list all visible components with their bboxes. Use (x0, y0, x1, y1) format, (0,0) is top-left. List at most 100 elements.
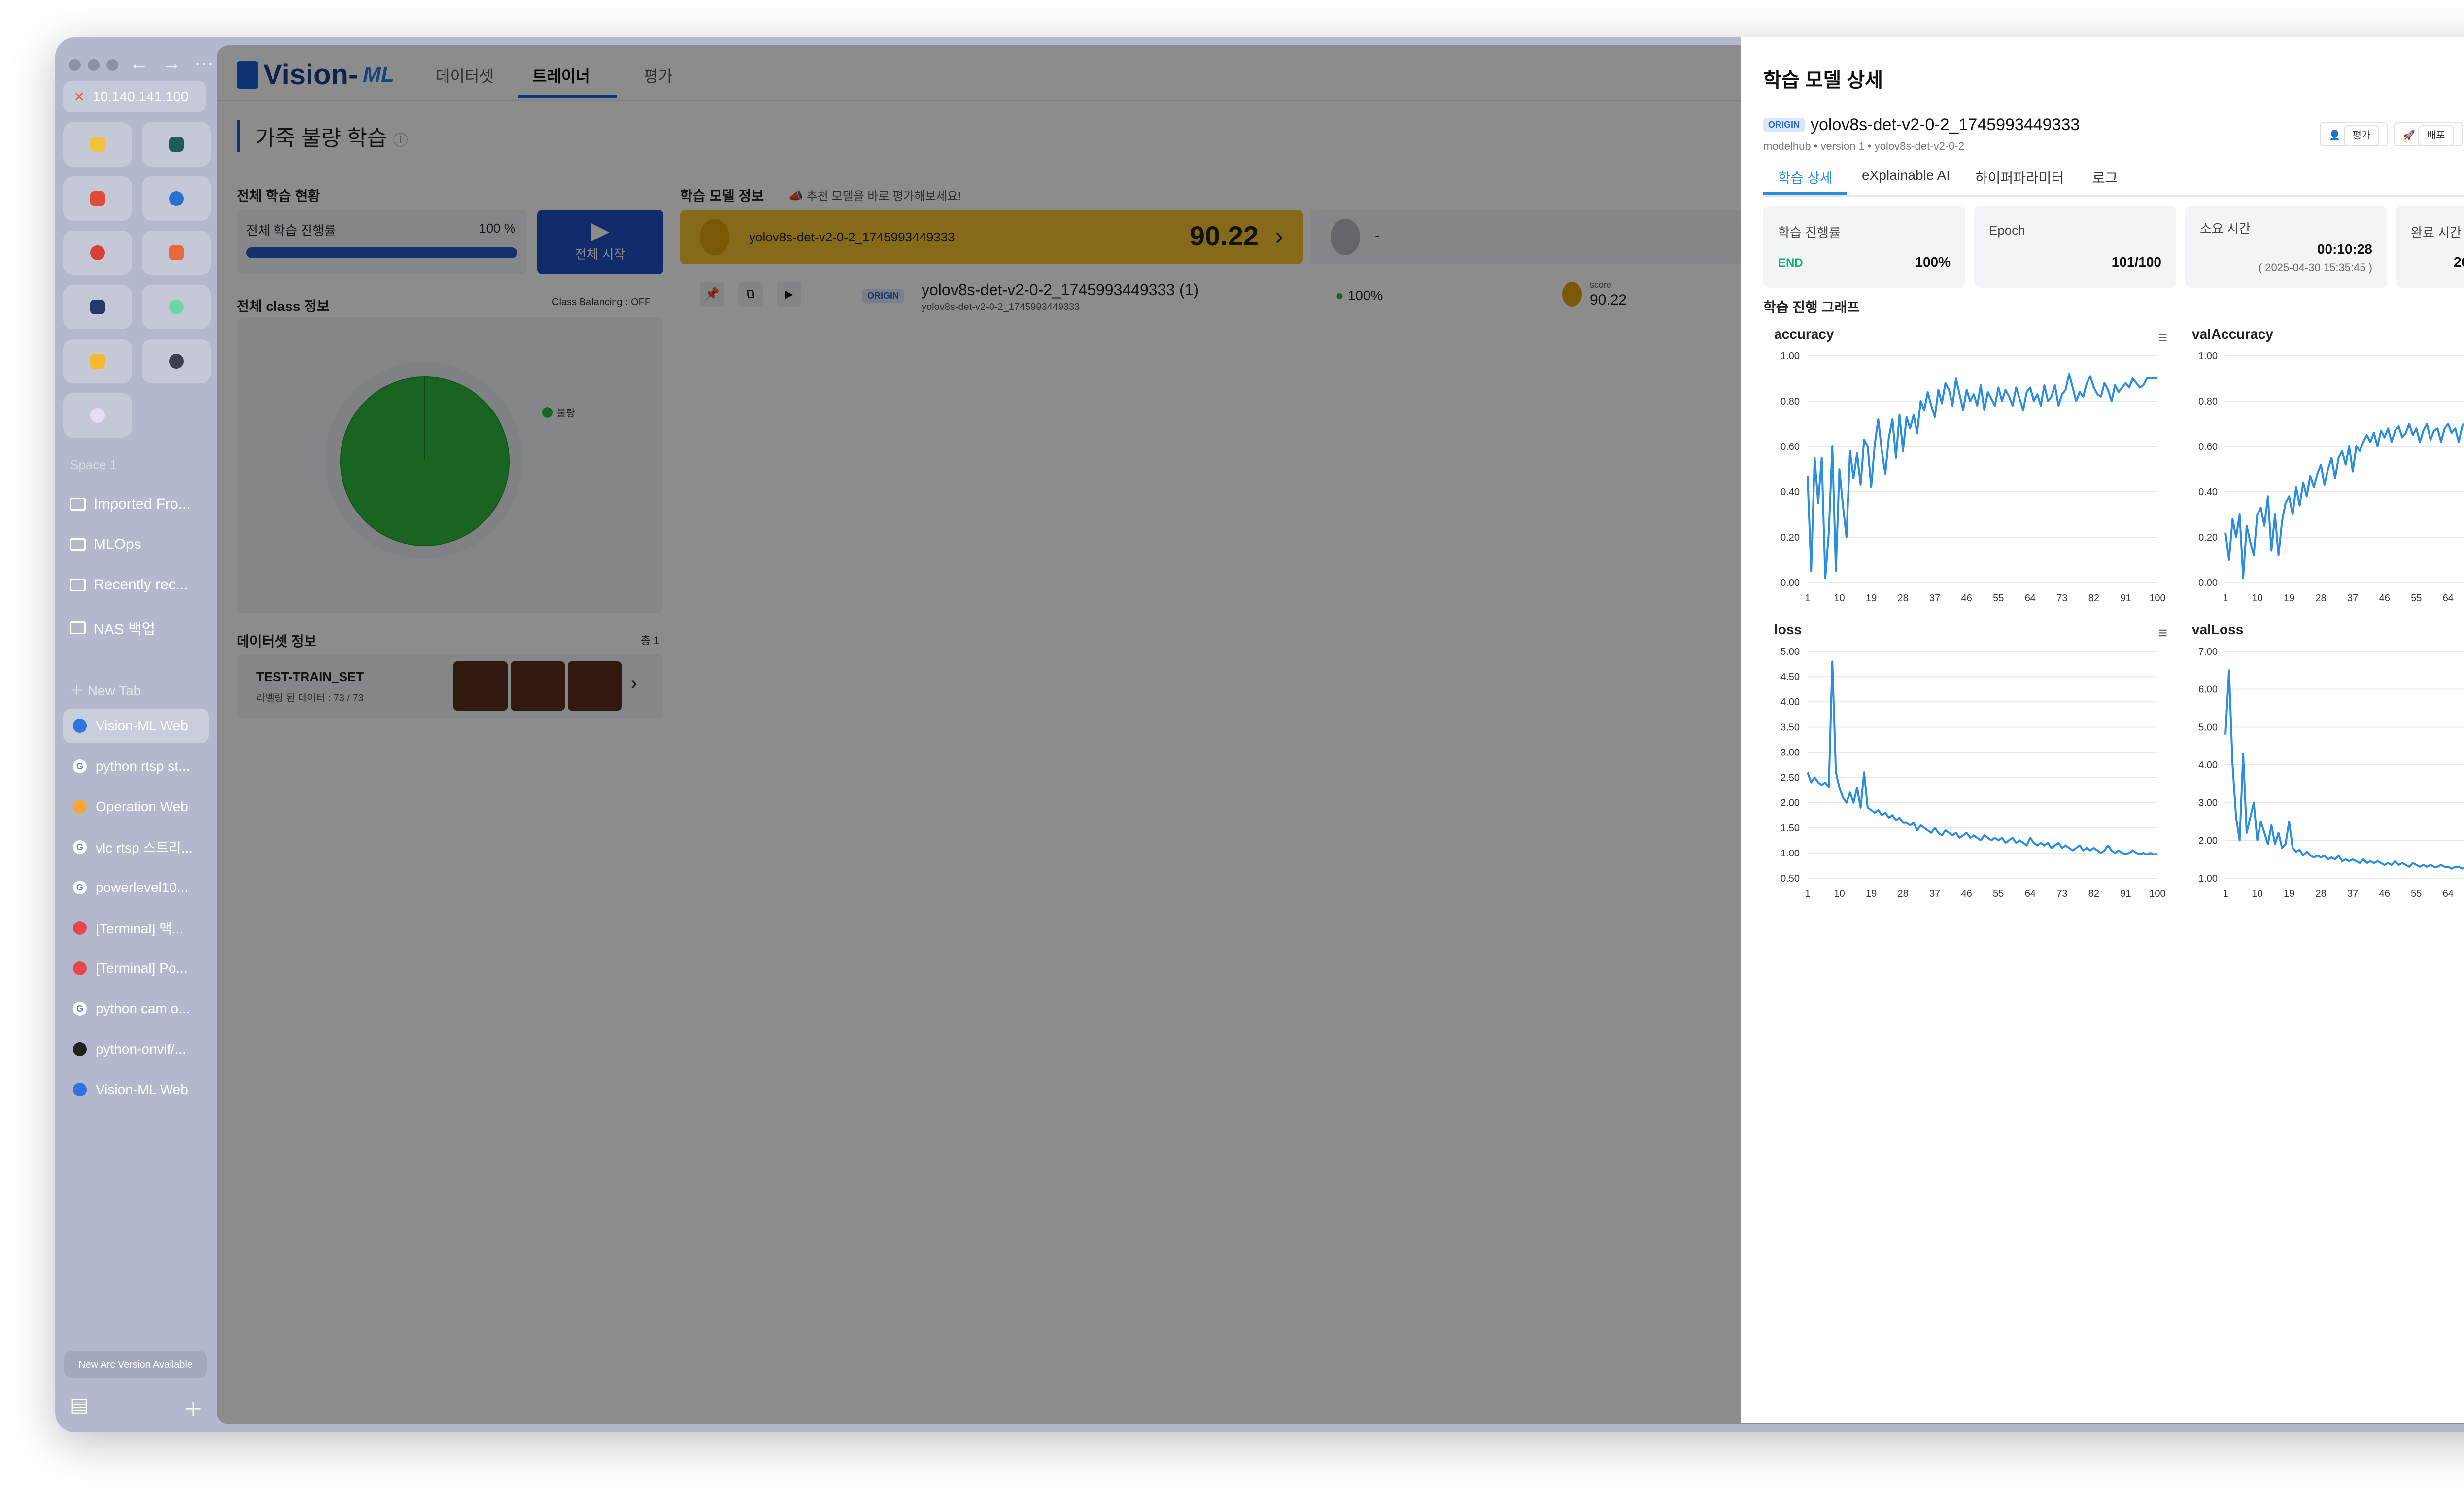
tab-training-detail[interactable]: 학습 상세 (1778, 168, 1833, 187)
tab-python-cam[interactable]: Gpython cam o... (63, 992, 209, 1026)
more-icon[interactable]: ⋯ (194, 52, 214, 75)
chart-title: loss (1774, 622, 1802, 637)
y-tick-label: 5.00 (1780, 647, 1800, 657)
pinned-tab-orb[interactable] (63, 393, 132, 438)
x-tick-label: 82 (2088, 593, 2099, 604)
deploy-button[interactable]: 🚀 배포 (2394, 122, 2463, 146)
y-tick-label: 0.00 (1780, 578, 1800, 588)
pinned-tab-photos[interactable] (142, 176, 211, 221)
tab-vlc-rtsp[interactable]: Gvlc rtsp 스트리... (63, 830, 209, 864)
x-tick-label: 91 (2120, 889, 2131, 899)
x-tick-label: 91 (2120, 593, 2131, 604)
x-tick-label: 55 (1993, 593, 2004, 604)
pinned-tab-yellow[interactable] (63, 339, 132, 383)
x-tick-label: 37 (1929, 889, 1940, 899)
x-tick-label: 64 (2443, 889, 2454, 899)
google-icon: G (73, 881, 87, 894)
pinned-tab-green[interactable] (142, 285, 211, 329)
terminal-icon (73, 961, 87, 975)
browser-window: ← → ⋯ ✕ 10.140.141.100 Space 1 Imported … (55, 37, 2464, 1432)
orb-icon (90, 408, 105, 423)
tab-logs[interactable]: 로그 (2092, 168, 2118, 187)
x-tick-label: 19 (1866, 889, 1877, 899)
tab-terminal-1[interactable]: [Terminal] 맥... (63, 911, 209, 945)
close-window-button[interactable] (69, 59, 81, 71)
chart-title: valLoss (2192, 622, 2244, 637)
y-tick-label: 0.60 (1780, 442, 1800, 452)
folder-imported[interactable]: Imported Fro... (70, 496, 191, 513)
pinned-tab-gmail[interactable] (63, 176, 132, 221)
y-tick-label: 7.00 (2198, 647, 2218, 657)
tab-hyperparameters[interactable]: 하이퍼파라미터 (1975, 168, 2064, 187)
new-tab-button[interactable]: ＋ New Tab (70, 680, 141, 700)
tab-vision-ml-2[interactable]: Vision-ML Web (63, 1072, 209, 1107)
x-tick-label: 1 (1805, 593, 1810, 604)
tab-python-rtsp[interactable]: Gpython rtsp st... (63, 749, 209, 784)
y-tick-label: 0.60 (2198, 442, 2218, 452)
stat-elapsed: 소요 시간 00:10:28 ( 2025-04-30 15:35:45 ) (2185, 206, 2387, 288)
series-line (2224, 669, 2464, 870)
pinned-tab-settings[interactable] (142, 339, 211, 383)
y-tick-label: 0.00 (2198, 578, 2218, 588)
tab-powerlevel[interactable]: Gpowerlevel10... (63, 870, 209, 905)
folder-nas[interactable]: NAS 백업 (70, 617, 155, 639)
folder-icon (70, 579, 86, 591)
tab-operation-web[interactable]: Operation Web (63, 789, 209, 824)
chart-svg: 0.000.200.400.600.801.001101928374655647… (1780, 351, 2166, 604)
origin-badge: ORIGIN (1763, 118, 1805, 132)
tab-terminal-2[interactable]: [Terminal] Po... (63, 951, 209, 986)
forward-arrow-icon[interactable]: → (162, 52, 181, 75)
y-tick-label: 0.40 (1780, 487, 1800, 498)
series-line (1807, 373, 2157, 579)
pinned-tab-play[interactable] (63, 285, 132, 329)
vision-ml-icon (73, 1083, 87, 1096)
folder-icon (70, 498, 86, 511)
done-value: 2025-04-30 15:46:13 (2453, 254, 2464, 270)
pinned-tab-drive[interactable] (63, 122, 132, 167)
chart-title: valAccuracy (2192, 326, 2274, 342)
panel-tabs: 학습 상세 eXplainable AI 하이퍼파라미터 로그 (1763, 164, 2464, 197)
navigation-buttons: ← → ⋯ (129, 52, 214, 75)
y-tick-label: 2.00 (1780, 798, 1800, 809)
pinned-tab-gitlab[interactable] (142, 231, 211, 275)
tab-active-indicator (1763, 192, 1847, 195)
pinned-tab-app[interactable] (63, 231, 132, 275)
chart-svg: 0.000.200.400.600.801.001101928374655647… (2198, 351, 2464, 604)
x-tick-label: 100 (2149, 593, 2165, 604)
folder-icon (70, 538, 86, 551)
folder-mlops[interactable]: MLOps (70, 536, 141, 553)
settings-app-icon (169, 354, 184, 369)
x-tick-label: 10 (2252, 889, 2262, 899)
archive-icon[interactable]: ▤ (70, 1394, 89, 1422)
tab-xai[interactable]: eXplainable AI (1862, 168, 1950, 183)
y-tick-label: 0.80 (1780, 396, 1800, 407)
url-bar[interactable]: ✕ 10.140.141.100 (63, 81, 206, 112)
back-arrow-icon[interactable]: ← (129, 52, 149, 75)
x-tick-label: 55 (1993, 889, 2004, 899)
tab-vision-ml[interactable]: Vision-ML Web (63, 709, 209, 743)
panel-model-meta: modelhub • version 1 • yolov8s-det-v2-0-… (1763, 140, 1964, 152)
menu-icon[interactable]: ≡ (2158, 624, 2167, 642)
pinned-tab-chatgpt[interactable] (142, 122, 211, 167)
minimize-window-button[interactable] (88, 59, 100, 71)
play-icon (90, 300, 105, 314)
x-tick-label: 1 (1805, 889, 1810, 899)
evaluate-button[interactable]: 👤 평가 (2320, 122, 2389, 146)
x-tick-label: 1 (2223, 889, 2228, 899)
menu-icon[interactable]: ≡ (2158, 328, 2167, 346)
tab-python-onvif[interactable]: python-onvif/... (63, 1032, 209, 1066)
x-tick-label: 10 (1834, 593, 1845, 604)
x-tick-label: 1 (2223, 593, 2228, 604)
new-version-banner[interactable]: New Arc Version Available (64, 1351, 207, 1378)
folder-recent[interactable]: Recently rec... (70, 577, 188, 593)
graphs-heading: 학습 진행 그래프 (1763, 300, 1860, 315)
chart-title: accuracy (1774, 326, 1834, 342)
panel-actions: 👤 평가 🚀 배포 ⧉ 복사 ▶ 시작 (2320, 122, 2464, 146)
gmail-icon (90, 191, 105, 206)
chart-val-accuracy: valAccuracy ≡ 0.000.200.400.600.801.0011… (2181, 326, 2464, 617)
x-tick-label: 82 (2088, 889, 2099, 899)
add-icon[interactable]: ＋ (183, 1394, 203, 1422)
x-tick-label: 46 (1961, 889, 1972, 899)
series-line (1807, 660, 2158, 855)
zoom-window-button[interactable] (106, 59, 118, 71)
